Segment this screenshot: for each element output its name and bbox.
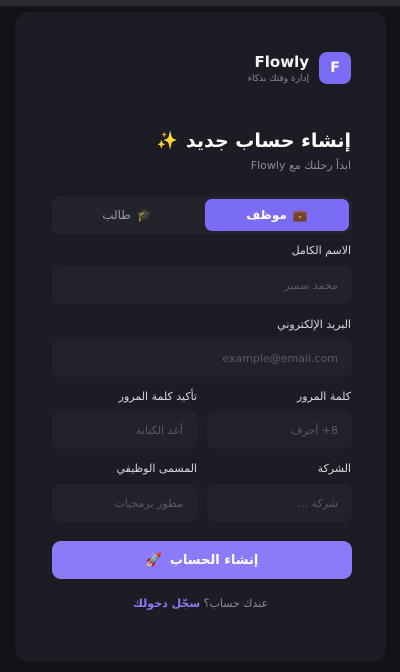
role-toggle: 🎓 طالب 💼 موظف <box>52 196 352 234</box>
window-top-bar <box>0 0 400 6</box>
confirm-password-label: تأكيد كلمة المرور <box>118 390 197 403</box>
login-prompt: عندك حساب؟ سجّل دخولك <box>15 597 386 610</box>
create-account-button[interactable]: إنشاء الحساب 🚀 <box>52 541 352 579</box>
submit-label: إنشاء الحساب <box>169 552 259 568</box>
brand-tagline: إدارة وقتك بذكاء <box>247 73 309 84</box>
signup-card: F Flowly إدارة وقتك بذكاء إنشاء حساب جدي… <box>15 12 386 662</box>
brand-logo: F <box>319 52 351 84</box>
role-option-label: طالب <box>102 208 131 222</box>
company-label: الشركة <box>317 462 351 475</box>
login-link[interactable]: سجّل دخولك <box>133 597 200 610</box>
job-title-label: المسمى الوظيفي <box>116 462 197 475</box>
rocket-icon: 🚀 <box>145 552 162 568</box>
graduation-cap-icon: 🎓 <box>136 208 152 222</box>
brand: F Flowly إدارة وقتك بذكاء <box>248 52 351 84</box>
role-option-employee[interactable]: 💼 موظف <box>205 199 349 231</box>
email-input[interactable]: example@email.com <box>52 339 352 377</box>
brand-name: Flowly <box>254 52 309 71</box>
brand-text: Flowly إدارة وقتك بذكاء <box>248 53 309 84</box>
confirm-password-input[interactable]: أعد الكتابة <box>52 411 197 449</box>
company-input[interactable]: شركة ... <box>207 484 352 522</box>
full-name-input[interactable]: محمد سمير <box>52 266 352 304</box>
page-subtitle: ابدأ رحلتك مع Flowly <box>250 159 351 172</box>
sparkle-icon: ✨ <box>156 131 178 151</box>
page-title: إنشاء حساب جديد <box>185 130 351 152</box>
role-option-student[interactable]: 🎓 طالب <box>55 199 199 231</box>
job-title-input[interactable]: مطور برمجيات <box>52 484 197 522</box>
briefcase-icon: 💼 <box>292 208 308 222</box>
role-option-label: موظف <box>246 208 287 222</box>
email-label: البريد الإلكتروني <box>277 318 351 331</box>
password-label: كلمة المرور <box>296 390 351 403</box>
password-input[interactable]: 8+ أحرف <box>207 411 352 449</box>
login-prompt-text: عندك حساب؟ <box>203 597 269 610</box>
page-heading: إنشاء حساب جديد ✨ <box>157 130 351 152</box>
full-name-label: الاسم الكامل <box>291 244 351 257</box>
